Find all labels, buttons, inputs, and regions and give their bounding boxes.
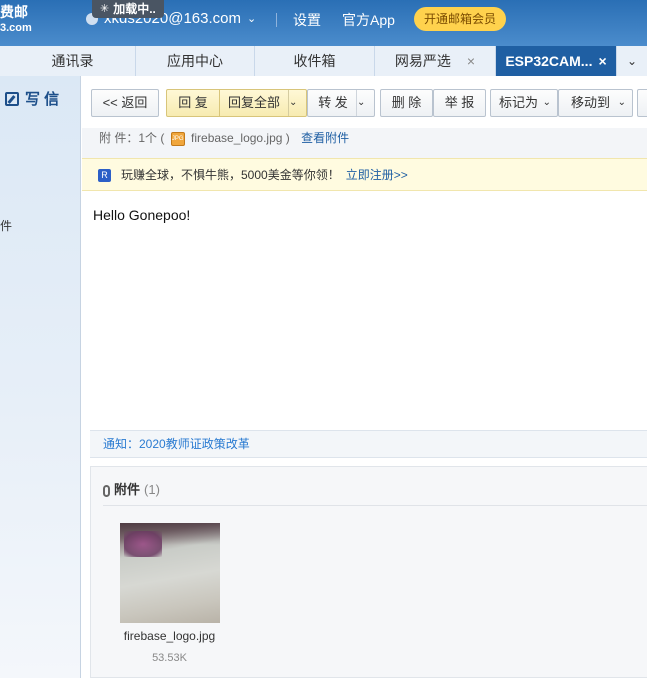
forward-button[interactable]: 转 发 bbox=[308, 90, 358, 116]
paperclip-icon bbox=[103, 484, 110, 497]
tab-label: ESP32CAM... bbox=[505, 53, 593, 69]
notice-link[interactable]: 通知：2020教师证政策改革 bbox=[103, 437, 250, 451]
tab-label: 网易严选 bbox=[394, 53, 451, 69]
settings-link[interactable]: 设置 bbox=[293, 10, 321, 30]
report-button[interactable]: 举 报 bbox=[433, 89, 486, 117]
mail-logo[interactable]: 费邮 3.com bbox=[0, 4, 32, 36]
attachments-header: 附件 (1) bbox=[103, 479, 160, 498]
move-to-label: 移动到 bbox=[571, 95, 611, 110]
more-button[interactable] bbox=[637, 89, 647, 117]
loading-indicator: ✳ 加载中.. bbox=[92, 0, 164, 18]
top-header: 费邮 3.com xkds2020@163.com ⌄ ✳ 加载中.. 设置 官… bbox=[0, 0, 647, 46]
promo-text: 玩赚全球，不惧牛熊，5000美金等你领！ bbox=[121, 168, 340, 182]
tab-label: 通讯录 bbox=[51, 53, 94, 69]
move-to-button[interactable]: 移动到 ⌄ bbox=[558, 89, 633, 117]
tab-app-center[interactable]: 应用中心 bbox=[136, 46, 255, 76]
attachment-summary: 附 件：1个 ( JPG firebase_logo.jpg ) 查看附件 bbox=[82, 128, 647, 158]
tab-esp32cam[interactable]: ESP32CAM... × bbox=[496, 46, 617, 76]
header-divider bbox=[276, 13, 277, 27]
attachment-filename[interactable]: firebase_logo.jpg bbox=[191, 131, 282, 145]
reply-group: 回 复 回复全部 ⌄ bbox=[166, 89, 307, 117]
logo-line2: 3.com bbox=[0, 22, 32, 34]
promo-banner: R 玩赚全球，不惧牛熊，5000美金等你领！ 立即注册>> bbox=[82, 158, 647, 191]
chevron-down-icon[interactable]: ⌄ bbox=[288, 90, 306, 116]
reply-all-button[interactable]: 回复全部 bbox=[220, 90, 288, 116]
register-link[interactable]: 立即注册>> bbox=[346, 168, 408, 182]
attachments-count: (1) bbox=[144, 482, 160, 497]
tab-label: 收件箱 bbox=[293, 53, 336, 69]
chevron-down-icon[interactable]: ⌄ bbox=[356, 90, 374, 116]
write-label: 写 信 bbox=[25, 91, 60, 108]
chevron-down-icon: ⌄ bbox=[246, 13, 257, 25]
mail-toolbar: << 返回 回 复 回复全部 ⌄ 转 发 ⌄ 删 除 举 报 标记为 ⌄ 移动到… bbox=[82, 76, 647, 128]
tab-yanxuan[interactable]: 网易严选 × bbox=[375, 46, 496, 76]
delete-button[interactable]: 删 除 bbox=[380, 89, 433, 117]
jpg-file-icon: JPG bbox=[170, 131, 185, 146]
attachment-size: 53.53K bbox=[152, 652, 187, 664]
view-attachment-link[interactable]: 查看附件 bbox=[301, 131, 349, 145]
sidebar-item-fragment[interactable]: 件 bbox=[0, 217, 12, 234]
official-app-link[interactable]: 官方App bbox=[342, 10, 395, 30]
tab-bar: 通讯录 应用中心 收件箱 网易严选 × ESP32CAM... × ⌄ bbox=[0, 46, 647, 76]
close-icon[interactable]: × bbox=[467, 53, 475, 69]
spinner-icon: ✳ bbox=[100, 2, 110, 15]
tab-contacts[interactable]: 通讯录 bbox=[0, 46, 136, 76]
attachment-thumbnail[interactable] bbox=[120, 523, 220, 623]
chevron-down-icon: ⌄ bbox=[542, 97, 551, 108]
back-button[interactable]: << 返回 bbox=[91, 89, 159, 117]
chevron-down-icon: ⌄ bbox=[617, 97, 626, 108]
compose-icon bbox=[5, 91, 19, 106]
attachments-title: 附件 bbox=[114, 482, 141, 497]
divider bbox=[103, 505, 647, 506]
mail-body-text: Hello Gonepoo! bbox=[93, 207, 191, 223]
loading-text: 加载中.. bbox=[113, 1, 156, 16]
notice-bar: 通知：2020教师证政策改革 bbox=[90, 430, 647, 458]
mail-body: Hello Gonepoo! bbox=[82, 191, 647, 431]
reply-button[interactable]: 回 复 bbox=[167, 90, 219, 116]
sidebar: 写 信 件 bbox=[0, 76, 81, 678]
attachment-paren: ) bbox=[285, 131, 290, 145]
attachments-panel: 附件 (1) firebase_logo.jpg 53.53K bbox=[90, 466, 647, 678]
promo-icon: R bbox=[98, 169, 111, 183]
vip-upgrade-button[interactable]: 开通邮箱会员 bbox=[414, 7, 507, 31]
attachment-name[interactable]: firebase_logo.jpg bbox=[91, 629, 248, 643]
forward-group: 转 发 ⌄ bbox=[307, 89, 375, 117]
tab-inbox[interactable]: 收件箱 bbox=[255, 46, 375, 76]
chevron-down-icon[interactable]: ⌄ bbox=[617, 46, 647, 76]
thumbnail-blob bbox=[124, 531, 162, 557]
attachment-label: 附 件：1个 ( bbox=[99, 131, 165, 145]
logo-line1: 费邮 bbox=[0, 4, 28, 20]
close-icon[interactable]: × bbox=[598, 53, 606, 69]
mark-as-button[interactable]: 标记为 ⌄ bbox=[490, 89, 558, 117]
write-mail-button[interactable]: 写 信 bbox=[5, 88, 59, 109]
tab-label: 应用中心 bbox=[167, 53, 223, 69]
mark-as-label: 标记为 bbox=[499, 95, 539, 110]
